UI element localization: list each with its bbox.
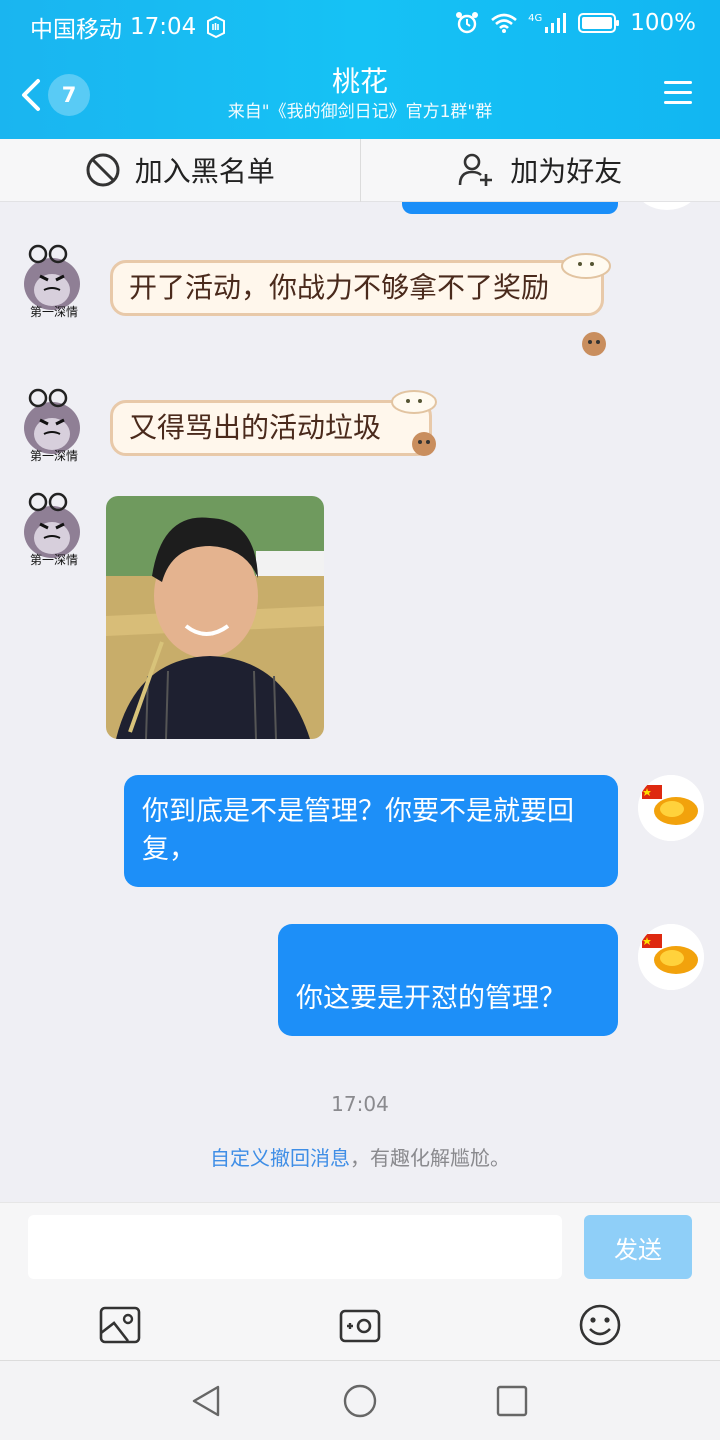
sender-avatar[interactable]: 第一深情 [12, 382, 94, 464]
hamburger-icon [664, 81, 692, 104]
blacklist-button[interactable]: 加入黑名单 [0, 139, 360, 201]
unread-badge: 7 [48, 74, 90, 116]
nav-back-icon[interactable] [188, 1383, 224, 1419]
message-text: 又得骂出的活动垃圾 [129, 411, 382, 444]
status-bar: 中国移动 17:04 4G 100% [0, 0, 720, 50]
hand-notification-icon [207, 15, 226, 39]
network-type-label: 4G [528, 12, 543, 24]
chat-area[interactable]: 第一深情 开了活动，你战力不够拿不了奖励 第一深情 又得骂出的活动垃圾 第一深情 [0, 202, 720, 1202]
add-user-icon [458, 153, 493, 186]
chat-title: 桃花 [331, 65, 388, 98]
my-avatar[interactable] [638, 924, 704, 990]
chevron-left-icon [22, 79, 40, 111]
chat-timestamp: 17:04 [331, 1092, 389, 1116]
nav-recents-icon[interactable] [494, 1383, 530, 1419]
signal-icon [545, 13, 567, 33]
flag-avatar-icon [638, 775, 704, 841]
photo-image [106, 496, 324, 739]
my-avatar[interactable] [638, 775, 704, 841]
nav-home-icon[interactable] [342, 1383, 378, 1419]
title-block: 桃花 来自"《我的御剑日记》官方1群"群 [160, 64, 560, 124]
message-text: 你到底是不是管理？你要不是就要回复， [142, 796, 574, 865]
camera-icon[interactable] [338, 1303, 382, 1347]
image-icon[interactable] [98, 1303, 142, 1347]
wifi-icon [491, 13, 517, 33]
message-bubble[interactable]: 开了活动，你战力不够拿不了奖励 [110, 260, 604, 316]
menu-button[interactable] [662, 78, 694, 108]
chat-subtitle: 来自"《我的御剑日记》官方1群"群 [227, 102, 493, 122]
recall-tip: 自定义撤回消息，有趣化解尴尬。 [0, 1142, 720, 1171]
battery-icon [578, 13, 620, 33]
emoji-icon[interactable] [578, 1303, 622, 1347]
recall-tip-text: ，有趣化解尴尬。 [350, 1146, 510, 1170]
battery-label: 100% [630, 10, 696, 36]
title-bar: 7 桃花 来自"《我的御剑日记》官方1群"群 [0, 50, 720, 139]
message-bubble[interactable]: 又得骂出的活动垃圾 [110, 400, 432, 456]
action-bar: 加入黑名单 加为好友 [0, 139, 720, 202]
message-bubble-outgoing[interactable]: 你到底是不是管理？你要不是就要回复， [124, 775, 618, 887]
composer: 发送 [0, 1202, 720, 1360]
image-message[interactable] [106, 496, 324, 739]
add-friend-button[interactable]: 加为好友 [361, 139, 720, 201]
send-button[interactable]: 发送 [584, 1215, 692, 1279]
add-friend-label: 加为好友 [510, 155, 623, 188]
clock: 17:04 [130, 14, 197, 40]
sender-avatar[interactable]: 第一深情 [12, 486, 94, 568]
dog-sticker-icon [561, 253, 611, 356]
flag-avatar-icon [638, 924, 704, 990]
svg-text:第一深情: 第一深情 [30, 305, 78, 319]
status-right: 4G 100% [454, 10, 696, 36]
back-button[interactable]: 7 [18, 70, 98, 120]
previous-message-avatar [638, 202, 696, 210]
previous-message-bubble [402, 202, 618, 214]
carrier-label: 中国移动 [30, 17, 122, 43]
system-nav-bar [0, 1360, 720, 1440]
message-text: 开了活动，你战力不够拿不了奖励 [129, 271, 550, 304]
message-input[interactable] [28, 1215, 562, 1279]
message-text: 你这要是开怼的管理？ [296, 983, 566, 1014]
blacklist-label: 加入黑名单 [134, 155, 275, 188]
svg-text:第一深情: 第一深情 [30, 449, 78, 463]
status-left: 中国移动 17:04 [30, 10, 228, 44]
svg-text:第一深情: 第一深情 [30, 553, 78, 567]
header: 中国移动 17:04 4G 100% 7 桃花 来自"《我的御剑日记》官方1群"… [0, 0, 720, 139]
message-bubble-outgoing[interactable]: 你这要是开怼的管理？ [278, 924, 618, 1036]
dog-sticker-icon [391, 390, 437, 456]
sender-avatar[interactable]: 第一深情 [12, 238, 94, 320]
block-icon [86, 153, 120, 187]
alarm-icon [456, 12, 479, 34]
custom-recall-link[interactable]: 自定义撤回消息 [210, 1146, 350, 1170]
